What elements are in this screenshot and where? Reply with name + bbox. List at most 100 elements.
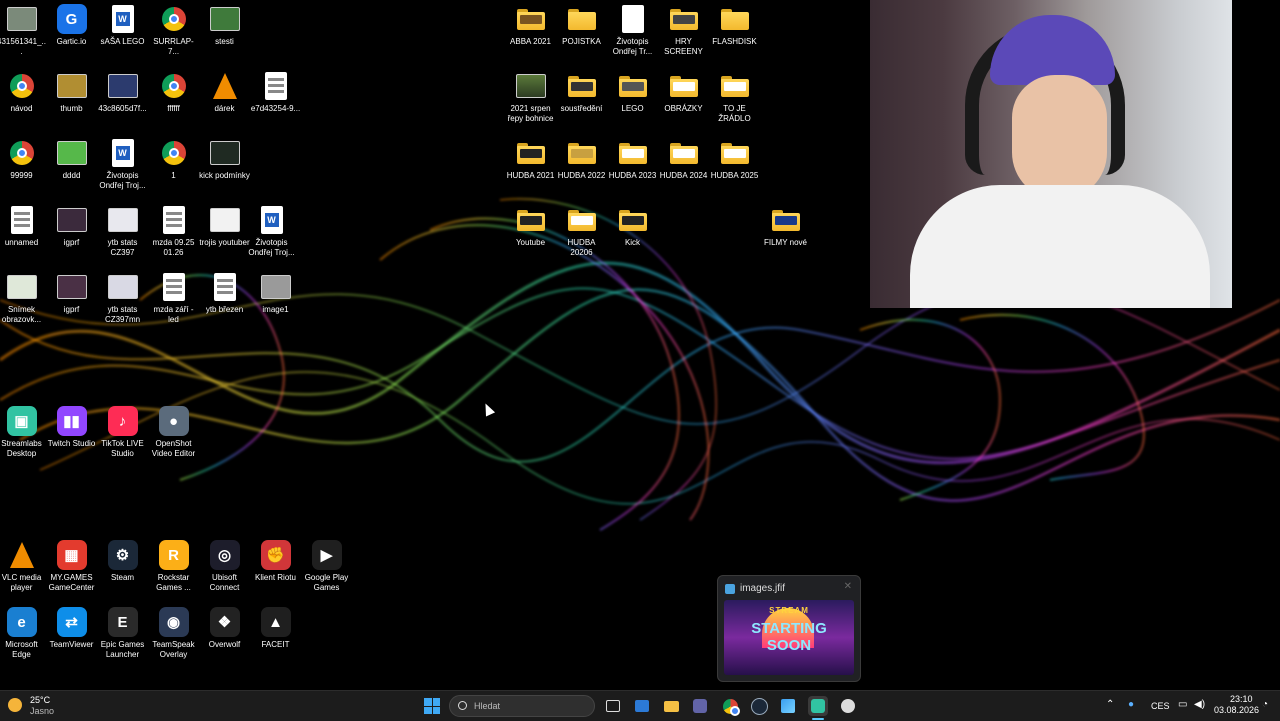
folder-abba-2021[interactable]: ABBA 2021	[505, 0, 556, 47]
desktop-icon-trojis-youtuber[interactable]: trojis youtuber	[199, 201, 250, 248]
desktop-icon-darek[interactable]: dárek	[199, 67, 250, 114]
streamlabs-taskbar-icon[interactable]	[808, 696, 828, 716]
desktop-icon-teamviewer[interactable]: ⇄ TeamViewer	[46, 603, 97, 650]
desktop-icon-navod[interactable]: návod	[0, 67, 47, 114]
desktop-icon-label: kick podmínky	[199, 171, 250, 180]
folder-icon	[618, 138, 648, 168]
folder-pojistka[interactable]: POJISTKA	[556, 0, 607, 47]
snipping-tool-icon[interactable]	[778, 696, 798, 716]
desktop-icon-my-games-gamecenter[interactable]: ▦ MY.GAMES GameCenter	[46, 536, 97, 593]
desktop-icon-ffffff[interactable]: ffffff	[148, 67, 199, 114]
desktop-icon-igprf[interactable]: igprf	[46, 201, 97, 248]
chrome-taskbar-icon[interactable]	[720, 696, 740, 716]
folder-hudba-2022[interactable]: HUDBA 2022	[556, 134, 607, 181]
folder-2021-srpen-repy-bohnice[interactable]: 2021 srpen řepy bohnice	[505, 67, 556, 124]
desktop-icon-kick-podminky[interactable]: kick podmínky	[199, 134, 250, 181]
desktop-icon-label: Ubisoft Connect	[209, 573, 240, 592]
desktop-icon-label: MY.GAMES GameCenter	[48, 573, 95, 592]
desktop-icon-ytb-brezen[interactable]: ytb březen	[199, 268, 250, 315]
taskbar-thumbnail-preview[interactable]: images.jfif ✕ STREAM STARTING SOON	[717, 575, 861, 682]
folder-kick[interactable]: Kick	[607, 201, 658, 248]
desktop-icon-image1[interactable]: image1	[250, 268, 301, 315]
start-button[interactable]	[422, 696, 442, 716]
task-view-icon[interactable]	[603, 696, 623, 716]
folder-hudba-2023[interactable]: HUDBA 2023	[607, 134, 658, 181]
obs-taskbar-icon[interactable]	[838, 696, 858, 716]
desktop-icon-snimek-obrazovk[interactable]: Snímek obrazovk...	[0, 268, 47, 325]
desktop-icon-epic-games-launcher[interactable]: E Epic Games Launcher	[97, 603, 148, 660]
clock-date[interactable]: 03.08.2026	[1214, 705, 1259, 715]
desktop-icon-google-play-games[interactable]: ▶ Google Play Games	[301, 536, 352, 593]
clock-time[interactable]: 23:10	[1230, 694, 1253, 704]
folder-hudba-2024[interactable]: HUDBA 2024	[658, 134, 709, 181]
desktop-icon-overwolf[interactable]: ❖ Overwolf	[199, 603, 250, 650]
preview-close-icon[interactable]: ✕	[844, 581, 852, 592]
desktop-icon-1[interactable]: 1	[148, 134, 199, 181]
desktop-icon-steam[interactable]: ⚙ Steam	[97, 536, 148, 583]
show-hidden-icons-chevron-icon[interactable]: ⌃	[1106, 699, 1114, 710]
desktop-icon-openshot-video-editor[interactable]: ● OpenShot Video Editor	[148, 402, 199, 459]
desktop-icon-streamlabs-desktop[interactable]: ▣ Streamlabs Desktop	[0, 402, 47, 459]
folder-obrazky[interactable]: OBRÁZKY	[658, 67, 709, 114]
desktop-icon-label: TeamViewer	[49, 640, 94, 649]
desktop-icon-43c8605d7f[interactable]: 43c8605d7f...	[97, 67, 148, 114]
desktop-icon-klient-riotu[interactable]: ✊ Klient Riotu	[250, 536, 301, 583]
desktop-icon-431561341[interactable]: 431561341_...	[0, 0, 47, 57]
folder-soustredeni[interactable]: soustředění	[556, 67, 607, 114]
desktop-icon-e7d43254-9[interactable]: e7d43254-9...	[250, 67, 301, 114]
microphone-icon[interactable]: ●	[1128, 699, 1134, 710]
desktop-icon-thumb[interactable]: thumb	[46, 67, 97, 114]
folder-to-je-zradlo[interactable]: TO JE ŽRÁDLO	[709, 67, 760, 124]
folder-label: HUDBA 2022	[557, 171, 606, 180]
desktop-icon-faceit[interactable]: ▲ FACEIT	[250, 603, 301, 650]
desktop-icon-microsoft-edge[interactable]: e Microsoft Edge	[0, 603, 47, 660]
desktop-icon-sasa-lego[interactable]: WsAŠA LEGO	[97, 0, 148, 47]
desktop-icon-stesti[interactable]: stesti	[199, 0, 250, 47]
folder-label: HUDBA 2025	[710, 171, 759, 180]
desktop-icon-zivotopis-ondrej-troj[interactable]: W Životopis Ondřej Troj...	[97, 134, 148, 191]
desktop-icon-twitch-studio[interactable]: ▮▮ Twitch Studio	[46, 402, 97, 449]
desktop-icon-mzda-zari-led[interactable]: mzda září - led	[148, 268, 199, 325]
teams-icon[interactable]	[690, 696, 710, 716]
folder-icon	[516, 4, 546, 34]
desktop-icon-ubisoft-connect[interactable]: ◎ Ubisoft Connect	[199, 536, 250, 593]
volume-icon[interactable]: ◀)	[1194, 699, 1205, 710]
search-placeholder: Hledat	[474, 701, 501, 711]
notification-bell-icon[interactable]: ◔	[1262, 699, 1268, 710]
desktop-icon-gartic-io[interactable]: G Gartic.io	[46, 0, 97, 47]
desktop-icon-dddd[interactable]: dddd	[46, 134, 97, 181]
desktop-icon-igprf[interactable]: igprf	[46, 268, 97, 315]
desktop-icon-rockstar-games[interactable]: R Rockstar Games ...	[148, 536, 199, 593]
language-indicator[interactable]: CES	[1151, 701, 1170, 711]
desktop-icon-zivotopis-ondrej-troj[interactable]: W Životopis Ondřej Troj...	[246, 201, 297, 258]
folder-youtube[interactable]: Youtube	[505, 201, 556, 248]
folder-lego[interactable]: LEGO	[607, 67, 658, 114]
desktop-icon-99999[interactable]: 99999	[0, 134, 47, 181]
folder-zivotopis-ondrej-tr[interactable]: Životopis Ondřej Tr...	[607, 0, 658, 57]
desktop-icon-vlc-media-player[interactable]: VLC media player	[0, 536, 47, 593]
image-icon	[209, 138, 240, 168]
folder-flashdisk[interactable]: FLASHDISK	[709, 0, 760, 47]
folder-filmy-nove[interactable]: FILMY nové	[760, 201, 811, 248]
folder-label: POJISTKA	[562, 37, 601, 46]
weather-widget[interactable]: 25°C Jasno	[8, 695, 68, 717]
desktop-icon-ytb-stats-cz397[interactable]: ytb stats CZ397	[97, 201, 148, 258]
folder-icon	[516, 138, 546, 168]
desktop-icon-surrlap-7[interactable]: SURRLAP-7...	[148, 0, 199, 57]
folder-hry-screeny[interactable]: HRY SCREENY	[658, 0, 709, 57]
desktop-icon-mzda-09-25-01-26[interactable]: mzda 09.25 01.26	[148, 201, 199, 258]
desktop-icon-label: VLC media player	[1, 573, 42, 592]
chrome-icon	[159, 138, 189, 168]
folder-hudba-2025[interactable]: HUDBA 2025	[709, 134, 760, 181]
search-box[interactable]: Hledat	[449, 695, 595, 717]
desktop-icon-tiktok-live-studio[interactable]: ♪ TikTok LIVE Studio	[97, 402, 148, 459]
desktop-icon-teamspeak-overlay[interactable]: ◉ TeamSpeak Overlay	[148, 603, 199, 660]
steam-taskbar-icon[interactable]	[749, 696, 769, 716]
store-icon[interactable]	[632, 696, 652, 716]
folder-hudba-20206[interactable]: HUDBA 20206	[556, 201, 607, 258]
network-icon[interactable]: ▭	[1178, 699, 1187, 710]
file-explorer-icon[interactable]	[661, 696, 681, 716]
folder-hudba-2021[interactable]: HUDBA 2021	[505, 134, 556, 181]
desktop-icon-ytb-stats-cz397mn[interactable]: ytb stats CZ397mn	[97, 268, 148, 325]
desktop-icon-unnamed[interactable]: unnamed	[0, 201, 47, 248]
